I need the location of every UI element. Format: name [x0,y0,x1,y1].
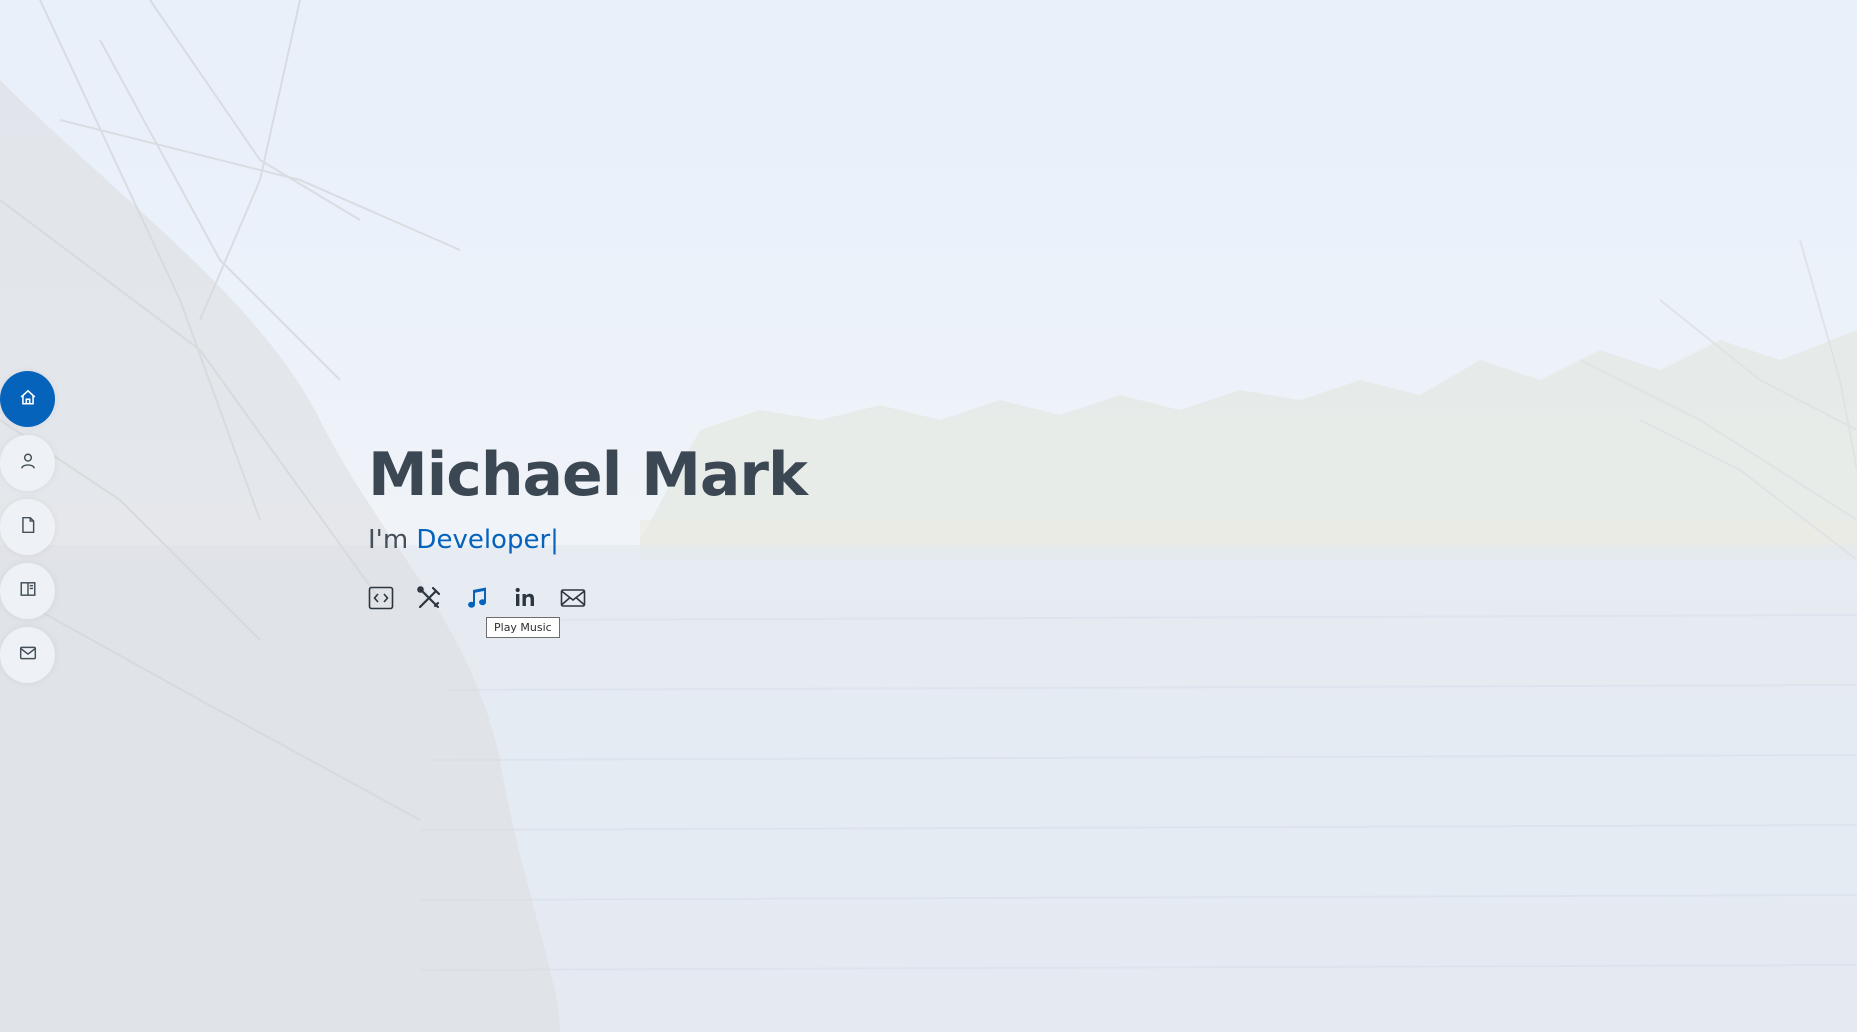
typing-cursor: | [550,525,559,555]
tools-icon [416,585,442,616]
nav-portfolio-button[interactable] [0,563,55,619]
code-link[interactable] [368,586,416,614]
code-icon [368,585,394,616]
page: Michael Mark I'm Developer| Play Music [0,0,1857,1032]
tools-link[interactable] [416,585,464,616]
background-overlay [0,0,1857,1032]
music-icon [464,585,490,616]
nav-contact-button[interactable] [0,627,55,683]
side-nav [0,371,55,683]
nav-resume-button[interactable] [0,499,55,555]
social-links [368,585,608,616]
envelope-icon [19,644,37,667]
linkedin-icon [512,585,538,616]
book-icon [19,580,37,603]
linkedin-link[interactable] [512,586,560,614]
play-music-link[interactable] [464,586,512,614]
home-icon [19,388,37,411]
hero-typed-text: Developer [416,525,551,555]
play-music-tooltip: Play Music [486,617,560,638]
nav-home-button[interactable] [0,371,55,427]
hero-prefix: I'm [368,525,409,555]
user-icon [19,452,37,475]
hero-name: Michael Mark [368,440,808,510]
envelope-icon [560,585,586,616]
email-link[interactable] [560,586,608,614]
hero-subtitle: I'm Developer| [368,522,807,558]
file-icon [19,516,37,539]
nav-about-button[interactable] [0,435,55,491]
hero: Michael Mark I'm Developer| [368,430,808,558]
